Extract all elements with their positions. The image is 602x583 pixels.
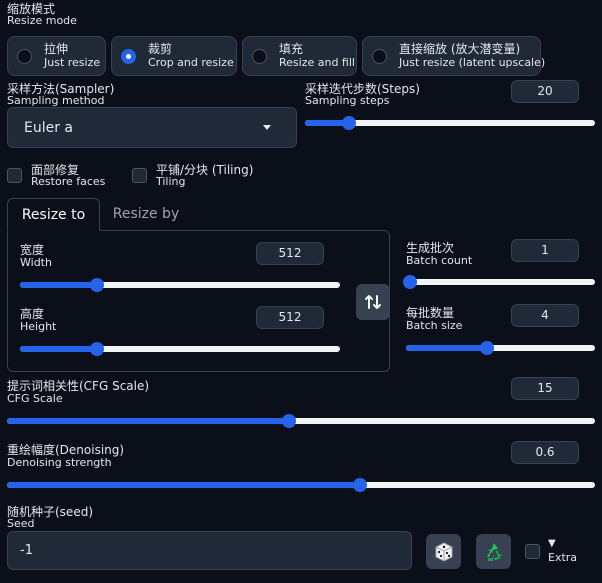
batch-size-label-en: Batch size [406,319,463,332]
option-label-en: Crop and resize [148,56,234,69]
swap-arrows-icon [365,295,381,309]
tab-resize-to[interactable]: Resize to [7,198,100,231]
option-label-zh: 裁剪 [148,42,173,56]
option-label-zh: 填充 [279,42,304,56]
height-number-input[interactable]: 512 [256,306,324,329]
steps-number-input[interactable]: 20 [511,80,579,103]
steps-slider[interactable] [305,115,595,131]
steps-label-en: Sampling steps [305,94,390,107]
height-label-en: Height [20,320,57,333]
seed-value: -1 [20,543,33,558]
restore-faces-label-en: Restore faces [31,175,106,188]
slider-thumb[interactable] [341,116,356,130]
width-slider[interactable] [20,277,340,293]
chevron-down-icon [263,125,271,130]
resize-mode-option-latent-upscale[interactable]: 直接缩放 (放大潜变量) Just resize (latent upscale… [362,36,545,76]
extra-arrow-icon: ▼ [548,538,556,549]
sampler-label-en: Sampling method [7,94,105,107]
seed-label-en: Seed [7,517,35,530]
cfg-scale-slider[interactable] [7,413,595,429]
slider-thumb[interactable] [480,341,495,355]
width-number-input[interactable]: 512 [256,242,324,265]
denoising-label-en: Denoising strength [7,456,112,469]
batch-count-label-en: Batch count [406,254,473,267]
cfg-scale-label-en: CFG Scale [7,392,63,405]
option-label-en: Just resize (latent upscale) [399,56,546,69]
sampler-value: Euler a [24,120,74,136]
tiling-label-en: Tiling [156,175,186,188]
radio-circle-selected [121,49,136,64]
extra-label[interactable]: Extra [548,552,577,564]
reuse-seed-button[interactable] [476,534,511,569]
batch-size-slider[interactable] [406,340,595,356]
cfg-scale-number-input[interactable]: 15 [511,377,579,400]
batch-count-slider[interactable] [402,274,595,290]
width-label-en: Width [20,256,52,269]
dice-icon [435,541,452,562]
random-seed-button[interactable] [426,534,461,569]
option-label-en: Resize and fill [279,56,355,69]
radio-circle [17,49,32,64]
batch-size-number-input[interactable]: 4 [511,304,579,327]
slider-thumb[interactable] [402,275,417,289]
height-slider[interactable] [20,341,340,357]
swap-dimensions-button[interactable] [356,284,390,320]
resize-mode-option-just-resize[interactable]: 拉伸 Just resize [7,36,106,76]
radio-circle [252,49,267,64]
recycle-icon [486,542,502,561]
seed-input[interactable]: -1 [7,531,412,570]
slider-thumb[interactable] [282,414,297,428]
denoising-slider[interactable] [7,477,595,493]
restore-faces-checkbox[interactable] [7,168,22,183]
option-label-zh: 拉伸 [44,42,69,56]
slider-thumb[interactable] [352,478,367,492]
tiling-checkbox[interactable] [132,168,147,183]
tab-resize-by[interactable]: Resize by [106,198,186,231]
option-label-zh: 直接缩放 (放大潜变量) [399,42,521,56]
radio-circle [372,49,387,64]
denoising-number-input[interactable]: 0.6 [511,441,579,464]
resize-mode-option-crop-and-resize[interactable]: 裁剪 Crop and resize [111,36,237,76]
resize-mode-option-resize-and-fill[interactable]: 填充 Resize and fill [242,36,357,76]
slider-thumb[interactable] [89,342,104,356]
extra-checkbox[interactable] [525,544,540,559]
sampler-select[interactable]: Euler a [7,107,297,148]
batch-count-number-input[interactable]: 1 [511,239,579,262]
option-label-en: Just resize [44,56,101,69]
slider-thumb[interactable] [89,278,104,292]
resize-mode-label-en: Resize mode [7,14,77,27]
